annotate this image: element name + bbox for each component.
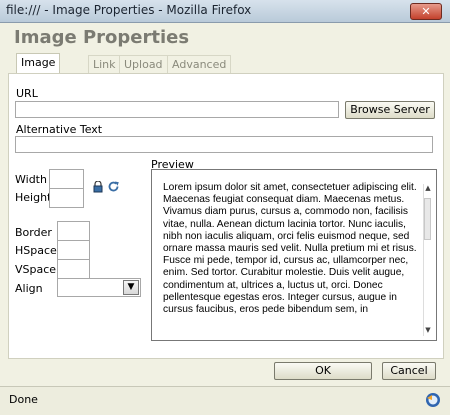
scroll-up-icon[interactable]: ▲ (424, 184, 432, 194)
height-input[interactable] (49, 188, 84, 208)
browse-server-button[interactable]: Browse Server (345, 101, 435, 119)
vspace-input[interactable] (57, 259, 90, 279)
border-input[interactable] (57, 221, 90, 241)
preview-box: Lorem ipsum dolor sit amet, consectetuer… (151, 169, 437, 341)
vspace-label: VSpace (15, 263, 57, 276)
tab-upload[interactable]: Upload (119, 55, 168, 74)
reset-size-icon[interactable] (107, 180, 120, 193)
status-text: Done (9, 393, 38, 406)
dialog-footer: OK Cancel (8, 361, 442, 383)
lock-icon[interactable] (92, 180, 104, 193)
scroll-down-icon[interactable]: ▼ (424, 326, 432, 336)
alternative-text-input[interactable] (15, 136, 433, 153)
border-label: Border (15, 226, 52, 239)
ok-button[interactable]: OK (274, 362, 372, 380)
cancel-button[interactable]: Cancel (382, 362, 436, 380)
width-input[interactable] (49, 169, 84, 189)
preview-scrollbar[interactable]: ▲ ▼ (423, 184, 432, 336)
align-label: Align (15, 282, 43, 295)
tab-advanced[interactable]: Advanced (167, 55, 232, 74)
status-bar: Done (0, 386, 450, 415)
tab-label: Upload (124, 58, 163, 71)
close-window-button[interactable]: ✕ (410, 3, 442, 20)
chevron-down-icon[interactable]: ▼ (123, 280, 139, 295)
url-label: URL (16, 87, 38, 100)
browse-server-label: Browse Server (350, 103, 430, 116)
tab-label: Link (93, 58, 116, 71)
tab-image-info[interactable]: Image Info (16, 53, 61, 87)
status-icon (424, 391, 442, 409)
url-input[interactable] (15, 101, 339, 118)
height-label: Height (15, 191, 52, 204)
window-title: file:/// - Image Properties - Mozilla Fi… (6, 3, 252, 17)
align-select[interactable]: ▼ (57, 278, 141, 297)
alternative-text-label: Alternative Text (16, 123, 103, 136)
cancel-label: Cancel (390, 364, 428, 377)
dialog-title: Image Properties (14, 27, 190, 48)
scroll-thumb[interactable] (424, 198, 431, 240)
image-info-panel: URL Browse Server Alternative Text Width… (8, 73, 444, 359)
width-label: Width (15, 173, 47, 186)
preview-text: Lorem ipsum dolor sit amet, consectetuer… (163, 182, 417, 316)
hspace-label: HSpace (15, 244, 57, 257)
tab-label: Advanced (172, 58, 227, 71)
window-titlebar: file:/// - Image Properties - Mozilla Fi… (0, 0, 450, 23)
ok-label: OK (315, 364, 331, 377)
tab-link[interactable]: Link (88, 55, 121, 74)
close-icon: ✕ (421, 5, 431, 18)
hspace-input[interactable] (57, 240, 90, 260)
